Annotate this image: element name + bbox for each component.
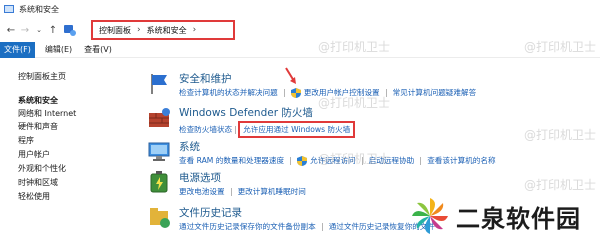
watermark: @打印机卫士 [318,96,391,110]
sidebar-item-clock-region[interactable]: 时钟和区域 [18,177,58,188]
sidebar-item-hardware-sound[interactable]: 硬件和声音 [18,121,58,132]
sidebar-item-network[interactable]: 网络和 Internet [18,108,76,119]
sidebar-item-ease-of-access[interactable]: 轻松使用 [18,191,50,202]
divider [420,156,422,165]
section-title-system[interactable]: 系统 [179,139,200,154]
breadcrumb-system-security[interactable]: 系统和安全 [147,25,187,36]
divider [230,187,232,196]
chevron-right-icon[interactable]: › [137,25,141,35]
section-title-security[interactable]: 安全和维护 [179,71,232,86]
monitor-icon [148,142,170,161]
menu-view[interactable]: 查看(V) [80,42,116,58]
menu-edit[interactable]: 编辑(E) [41,42,76,58]
brand-logo: 二泉软件园 [410,196,581,236]
section-links: 通过文件历史记录保存你的文件备份副本 通过文件历史记录恢复你的文件 [179,221,435,232]
watermark: @打印机卫士 [524,40,597,54]
forward-icon[interactable]: → [18,22,32,38]
sidebar-item-programs[interactable]: 程序 [18,135,34,146]
divider [321,222,323,231]
menu-file[interactable]: 文件(F) [0,41,35,58]
chevron-right-icon[interactable]: › [193,25,197,35]
watermark: @打印机卫士 [524,178,597,192]
uac-shield-icon [297,155,308,166]
uac-shield-icon [290,87,301,98]
section-title-firewall[interactable]: Windows Defender 防火墙 [179,105,313,120]
firewall-icon [149,108,170,127]
link-check-status[interactable]: 检查计算机的状态并解决问题 [179,87,278,98]
divider [283,88,285,97]
link-computer-name[interactable]: 查看该计算机的名称 [427,155,495,166]
sidebar-item-user-accounts[interactable]: 用户帐户 [18,149,50,160]
link-sleep-time[interactable]: 更改计算机睡眠时间 [238,186,306,197]
window-icon [4,5,14,13]
divider [235,125,237,134]
battery-icon [150,171,168,193]
sidebar: 控制面板主页 系统和安全 网络和 Internet 硬件和声音 程序 用户帐户 … [0,58,132,243]
link-battery-settings[interactable]: 更改电池设置 [179,186,225,197]
recent-dropdown-icon[interactable]: ⌄ [32,22,46,38]
menu-bar: 文件(F) 编辑(E) 查看(V) [0,41,600,58]
up-icon[interactable]: ↑ [46,22,60,38]
link-allow-app-firewall[interactable]: 允许应用通过 Windows 防火墙 [238,121,356,138]
section-links: 检查防火墙状态 允许应用通过 Windows 防火墙 [179,121,356,138]
address-bar[interactable]: 控制面板 › 系统和安全 › [91,20,235,40]
flag-icon [151,74,167,94]
link-firewall-status[interactable]: 检查防火墙状态 [179,124,232,135]
section-title-power[interactable]: 电源选项 [179,170,221,185]
brand-name: 二泉软件园 [456,204,581,233]
link-troubleshoot[interactable]: 常见计算机问题疑难解答 [393,87,477,98]
address-row: ← → ⌄ ↑ 控制面板 › 系统和安全 › [0,18,600,42]
pinwheel-icon [412,198,448,234]
divider [290,156,292,165]
back-icon[interactable]: ← [4,22,18,38]
watermark: @打印机卫士 [318,152,391,166]
title-bar: 系统和安全 [0,0,600,18]
file-history-icon [150,208,170,228]
sidebar-item-appearance[interactable]: 外观和个性化 [18,163,66,174]
section-links: 更改电池设置 更改计算机睡眠时间 [179,186,306,197]
link-ram-processor[interactable]: 查看 RAM 的数量和处理器速度 [179,155,284,166]
window-title: 系统和安全 [19,4,59,14]
sidebar-item-home[interactable]: 控制面板主页 [18,71,66,82]
watermark: @打印机卫士 [524,128,597,142]
watermark: @打印机卫士 [318,40,391,54]
control-panel-icon [64,25,76,36]
annotation-arrow [285,67,296,84]
sidebar-item-system-security[interactable]: 系统和安全 [18,95,58,106]
breadcrumb-control-panel[interactable]: 控制面板 [99,25,131,36]
section-title-file-history[interactable]: 文件历史记录 [179,205,242,220]
link-backup-files[interactable]: 通过文件历史记录保存你的文件备份副本 [179,221,316,232]
